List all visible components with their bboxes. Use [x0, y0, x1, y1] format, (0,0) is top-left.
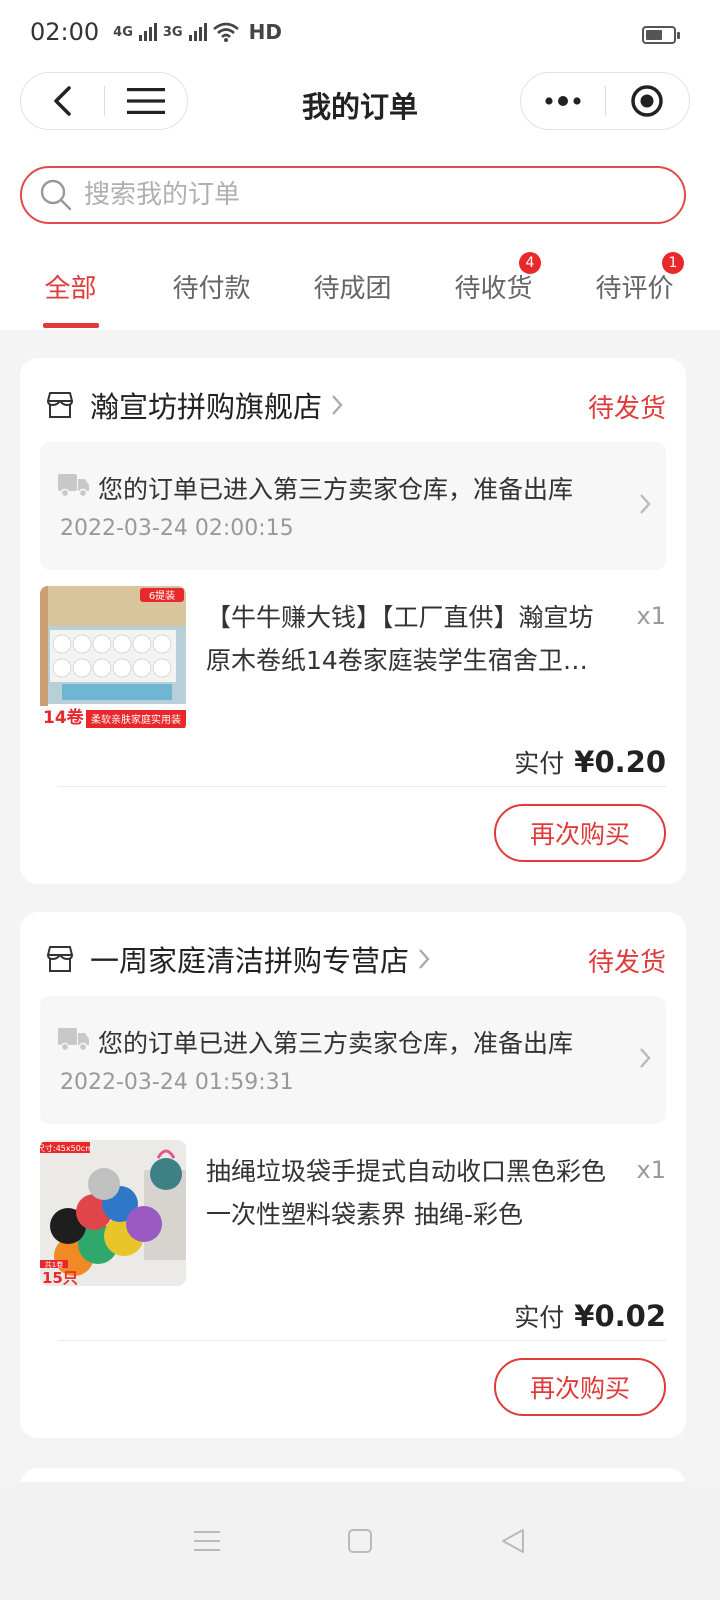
close-miniprogram-button[interactable] — [606, 73, 690, 129]
search-box[interactable] — [20, 166, 686, 224]
order-status: 待发货 — [587, 394, 666, 424]
tab-label: 全部 — [44, 274, 97, 304]
more-dots-icon — [545, 96, 581, 106]
thumb-tag-text: 尺寸:45x50cm — [40, 1143, 93, 1153]
square-icon — [347, 1529, 372, 1553]
signal-indicators: 4G 3G HD — [113, 20, 282, 44]
hamburger-menu-icon — [126, 88, 165, 114]
nav-left-capsule — [20, 72, 188, 130]
signal-bars-icon — [138, 23, 157, 41]
product-quantity: x1 — [636, 602, 666, 630]
tab-label: 待评价 — [595, 274, 674, 304]
chevron-right-icon — [640, 494, 651, 514]
product-title[interactable]: 【牛牛赚大钱】【工厂直供】瀚宣坊原木卷纸14卷家庭装学生宿舍卫生纸 — [206, 596, 606, 682]
battery-icon — [642, 26, 680, 44]
chevron-right-icon — [419, 949, 430, 969]
shop-name: 一周家庭清洁拼购专营店 — [90, 944, 410, 978]
tab-all[interactable]: 全部 — [0, 240, 141, 330]
miniprogram-capsule — [520, 72, 690, 130]
order-card: 瀚宣坊拼购旗舰店 待发货 您的订单已进入第三方卖家仓库，准备出库 2022-03… — [20, 358, 686, 884]
navigation-bar: 我的订单 — [0, 64, 720, 148]
store-icon — [47, 946, 73, 972]
chevron-right-icon — [332, 395, 343, 415]
shop-link[interactable]: 瀚宣坊拼购旗舰店 — [44, 384, 344, 426]
network-type-1: 4G — [113, 24, 133, 40]
count-badge: 1 — [662, 252, 684, 274]
divider — [58, 1340, 666, 1341]
buy-again-button[interactable]: 再次购买 — [494, 804, 666, 862]
signal-bars-icon — [188, 23, 207, 41]
product-thumbnail[interactable]: 6提装 14卷 柔软亲肤家庭实用装 — [40, 586, 186, 732]
tab-pending-group[interactable]: 待成团 — [282, 240, 423, 330]
logistics-time: 2022-03-24 01:59:31 — [60, 1070, 294, 1095]
paid-amount: ¥0.02 — [574, 1299, 666, 1333]
tab-label: 待成团 — [313, 274, 392, 304]
logistics-text: 您的订单已进入第三方卖家仓库，准备出库 — [98, 475, 574, 504]
recent-apps-button[interactable] — [177, 1511, 237, 1571]
paid-label: 实付 — [514, 1303, 565, 1332]
shop-link[interactable]: 一周家庭清洁拼购专营店 — [44, 938, 431, 980]
target-circle-icon — [631, 85, 663, 117]
paid-label: 实付 — [514, 749, 565, 778]
tab-pending-payment[interactable]: 待付款 — [141, 240, 282, 330]
more-options-button[interactable] — [521, 73, 605, 129]
truck-icon — [58, 1028, 89, 1052]
hd-indicator: HD — [248, 20, 282, 44]
order-card: 一周家庭清洁拼购专营店 待发货 您的订单已进入第三方卖家仓库，准备出库 2022… — [20, 912, 686, 1438]
buy-again-button[interactable]: 再次购买 — [494, 1358, 666, 1416]
tab-label: 待收货 — [454, 274, 533, 304]
store-icon — [47, 392, 73, 418]
logistics-info[interactable]: 您的订单已进入第三方卖家仓库，准备出库 2022-03-24 02:00:15 — [40, 442, 666, 570]
menu-lines-icon — [193, 1531, 220, 1551]
paid-amount-row: 实付 ¥0.02 — [514, 1298, 666, 1334]
order-tabs: 全部 待付款 待成团 待收货 4 待评价 1 — [0, 240, 720, 330]
tab-pending-receipt[interactable]: 待收货 4 — [423, 240, 564, 330]
active-tab-indicator — [42, 323, 99, 328]
search-icon — [40, 179, 72, 211]
thumb-count-text: 14卷 — [43, 707, 85, 728]
system-navigation-bar — [0, 1482, 720, 1600]
shop-name: 瀚宣坊拼购旗舰店 — [90, 390, 323, 424]
thumb-count-text: 15只 — [42, 1269, 78, 1286]
paid-amount: ¥0.20 — [574, 745, 666, 779]
home-button[interactable] — [330, 1511, 390, 1571]
tab-label: 待付款 — [172, 274, 251, 304]
product-quantity: x1 — [636, 1156, 666, 1184]
product-thumbnail[interactable]: 尺寸:45x50cm 共1卷 15只 — [40, 1140, 186, 1286]
logistics-time: 2022-03-24 02:00:15 — [60, 516, 294, 541]
wifi-icon — [212, 22, 239, 42]
network-type-2: 3G — [162, 24, 183, 40]
paid-amount-row: 实付 ¥0.20 — [514, 744, 666, 780]
truck-icon — [58, 474, 89, 498]
thumb-slogan-text: 共1卷 — [45, 1260, 63, 1269]
back-arrow-icon — [54, 86, 71, 116]
status-time: 02:00 — [30, 18, 100, 46]
count-badge: 4 — [519, 252, 541, 274]
chevron-right-icon — [640, 1048, 651, 1068]
logistics-text: 您的订单已进入第三方卖家仓库，准备出库 — [98, 1029, 574, 1058]
search-area — [0, 148, 720, 240]
status-bar: 02:00 4G 3G HD — [0, 0, 720, 64]
search-input[interactable] — [84, 180, 644, 210]
back-button[interactable] — [21, 73, 104, 129]
divider — [58, 786, 666, 787]
product-title[interactable]: 抽绳垃圾袋手提式自动收口黑色彩色一次性塑料袋素界 抽绳-彩色 — [206, 1150, 606, 1236]
order-status: 待发货 — [587, 948, 666, 978]
menu-button[interactable] — [105, 73, 188, 129]
logistics-info[interactable]: 您的订单已进入第三方卖家仓库，准备出库 2022-03-24 01:59:31 — [40, 996, 666, 1124]
thumb-slogan-text: 柔软亲肤家庭实用装 — [91, 713, 181, 726]
tab-pending-review[interactable]: 待评价 1 — [564, 240, 705, 330]
back-nav-button[interactable] — [483, 1511, 543, 1571]
thumb-tag-text: 6提装 — [149, 589, 175, 602]
triangle-back-icon — [502, 1529, 525, 1553]
